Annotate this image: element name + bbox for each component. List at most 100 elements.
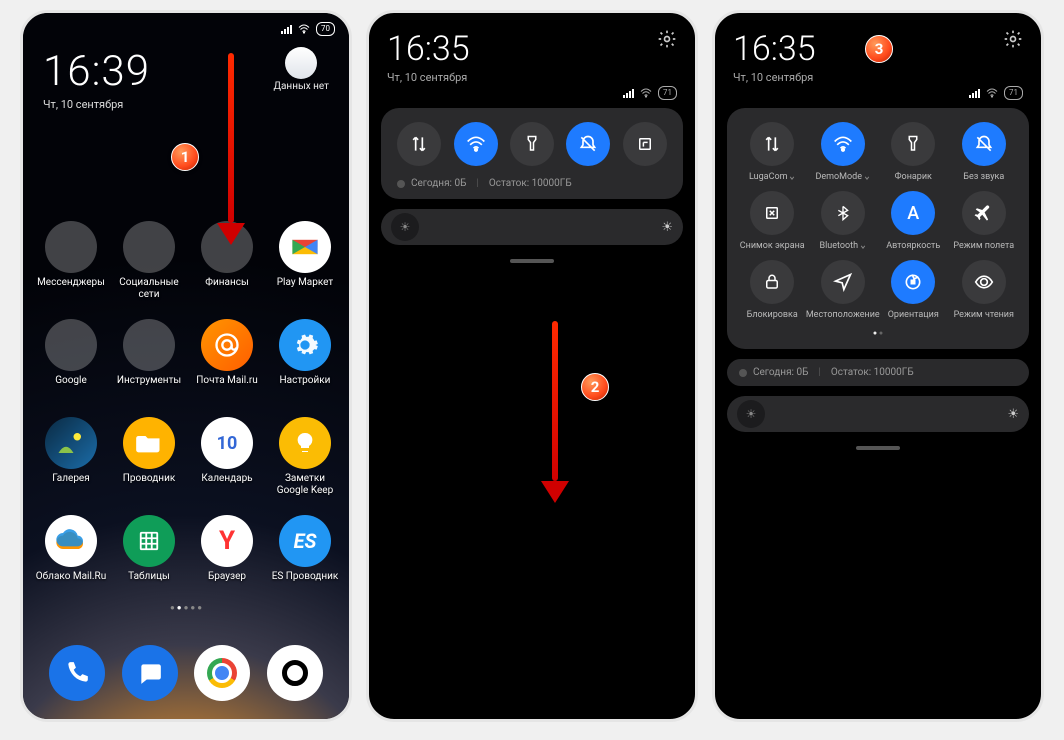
brightness-max-icon: ☀ <box>1007 407 1019 422</box>
tile-auto[interactable]: AАвтояркость <box>878 191 948 252</box>
mute-icon[interactable] <box>962 122 1006 166</box>
qs-pager: ● ● <box>737 329 1019 337</box>
app-play-store[interactable]: Play Маркет <box>269 221 341 301</box>
tile-loc[interactable]: Местоположение <box>808 260 878 321</box>
phone-shade-compact: 16:35 Чт, 10 сентября 71 Сегодня: 0Б | О… <box>366 10 698 722</box>
arrow-down-1 <box>217 53 245 245</box>
tile-mobile-data[interactable] <box>397 122 441 166</box>
app-file-manager[interactable]: Проводник <box>113 417 185 497</box>
settings-gear-icon[interactable] <box>657 29 677 49</box>
tile-plane[interactable]: Режим полета <box>949 191 1019 252</box>
step-badge-2: 2 <box>581 373 609 401</box>
wifi-icon <box>986 88 998 98</box>
arrow-down-2 <box>541 321 569 503</box>
shade-drag-handle[interactable] <box>510 259 554 263</box>
tile-data[interactable]: LugaCom <box>737 122 807 183</box>
tile-rotate[interactable]: Ориентация <box>878 260 948 321</box>
lightbulb-icon <box>279 417 331 469</box>
status-bar: 71 <box>715 84 1041 108</box>
data-icon[interactable] <box>750 122 794 166</box>
battery-indicator: 71 <box>658 86 677 100</box>
plane-icon[interactable] <box>962 191 1006 235</box>
app-folder-messengers[interactable]: Мессенджеры <box>35 221 107 301</box>
tile-bt[interactable]: Bluetooth <box>808 191 878 252</box>
app-folder-tools[interactable]: Инструменты <box>113 319 185 399</box>
weather-widget[interactable]: Данных нет <box>273 47 329 92</box>
tile-screenshot[interactable] <box>623 122 667 166</box>
dock-camera[interactable] <box>267 645 323 701</box>
wifi-icon[interactable] <box>821 122 865 166</box>
wifi-icon <box>298 24 310 34</box>
settings-icon <box>279 319 331 371</box>
signal-icon <box>281 25 292 34</box>
app-mailru[interactable]: Почта Mail.ru <box>191 319 263 399</box>
usage-dot-icon <box>739 369 747 377</box>
bt-icon[interactable] <box>821 191 865 235</box>
loc-icon[interactable] <box>821 260 865 304</box>
tile-label: Режим чтения <box>954 310 1014 321</box>
page-indicator: ● ● ● ● ● <box>23 603 349 612</box>
lock-icon[interactable] <box>750 260 794 304</box>
app-settings[interactable]: Настройки <box>269 319 341 399</box>
clock-time[interactable]: 16:39 <box>43 47 150 96</box>
chrome-icon <box>207 658 237 688</box>
tile-label: Фонарик <box>895 172 932 183</box>
tile-lock[interactable]: Блокировка <box>737 260 807 321</box>
app-mailru-cloud[interactable]: Облако Mail.Ru <box>35 515 107 595</box>
usage-remain: Остаток: 10000ГБ <box>489 178 572 189</box>
tile-flashlight[interactable] <box>510 122 554 166</box>
app-grid[interactable]: Мессенджеры Социальные сети Финансы Play… <box>23 111 349 595</box>
app-yandex-browser[interactable]: YБраузер <box>191 515 263 595</box>
phone-shade-expanded: 16:35 Чт, 10 сентября 3 71 LugaComDemoMo… <box>712 10 1044 722</box>
app-keep[interactable]: Заметки Google Keep <box>269 417 341 497</box>
es-icon: ES <box>279 515 331 567</box>
app-folder-google[interactable]: Google <box>35 319 107 399</box>
brightness-thumb[interactable]: ☀ <box>737 400 765 428</box>
cloud-icon <box>45 515 97 567</box>
data-usage-bar[interactable]: Сегодня: 0Б | Остаток: 10000ГБ <box>727 359 1029 386</box>
tile-flash[interactable]: Фонарик <box>878 122 948 183</box>
phone-home-screen: 70 16:39 Чт, 10 сентября Данных нет 1 Ме… <box>20 10 352 722</box>
app-es-explorer[interactable]: ESES Проводник <box>269 515 341 595</box>
rotate-icon[interactable] <box>891 260 935 304</box>
quick-settings-expanded[interactable]: LugaCom DemoMode Фонарик Без звука Снимок эк… <box>727 108 1029 349</box>
shade-date: Чт, 10 сентября <box>387 71 470 84</box>
settings-gear-icon[interactable] <box>1003 29 1023 49</box>
brightness-slider[interactable]: ☀ ☀ <box>381 209 683 245</box>
play-icon <box>292 240 317 254</box>
usage-today: Сегодня: 0Б <box>753 367 808 378</box>
read-icon[interactable] <box>962 260 1006 304</box>
signal-icon <box>969 89 980 98</box>
tile-shot[interactable]: Снимок экрана <box>737 191 807 252</box>
tile-read[interactable]: Режим чтения <box>949 260 1019 321</box>
quick-settings-compact[interactable]: Сегодня: 0Б | Остаток: 10000ГБ <box>381 108 683 199</box>
shot-icon[interactable] <box>750 191 794 235</box>
dock-phone[interactable] <box>49 645 105 701</box>
brightness-thumb[interactable]: ☀ <box>391 213 419 241</box>
app-sheets[interactable]: Таблицы <box>113 515 185 595</box>
tile-mute[interactable]: Без звука <box>949 122 1019 183</box>
tile-wifi[interactable] <box>454 122 498 166</box>
auto-icon[interactable]: A <box>891 191 935 235</box>
status-bar: 71 <box>369 84 695 108</box>
dock-messages[interactable] <box>122 645 178 701</box>
tile-wifi[interactable]: DemoMode <box>808 122 878 183</box>
usage-remain: Остаток: 10000ГБ <box>831 367 914 378</box>
step-badge-1: 1 <box>171 143 199 171</box>
status-bar: 70 <box>23 13 349 41</box>
usage-today: Сегодня: 0Б <box>411 178 466 189</box>
step-badge-3: 3 <box>865 35 893 63</box>
dock-chrome[interactable] <box>194 645 250 701</box>
flash-icon[interactable] <box>891 122 935 166</box>
camera-icon <box>282 660 308 686</box>
app-gallery[interactable]: Галерея <box>35 417 107 497</box>
tile-label: LugaCom <box>749 172 795 183</box>
tile-label: Ориентация <box>888 310 939 321</box>
app-folder-social[interactable]: Социальные сети <box>113 221 185 301</box>
mail-icon <box>201 319 253 371</box>
brightness-slider[interactable]: ☀ ☀ <box>727 396 1029 432</box>
app-calendar[interactable]: 10Календарь <box>191 417 263 497</box>
tile-mute[interactable] <box>566 122 610 166</box>
tile-label: Без звука <box>963 172 1004 183</box>
shade-drag-handle[interactable] <box>856 446 900 450</box>
